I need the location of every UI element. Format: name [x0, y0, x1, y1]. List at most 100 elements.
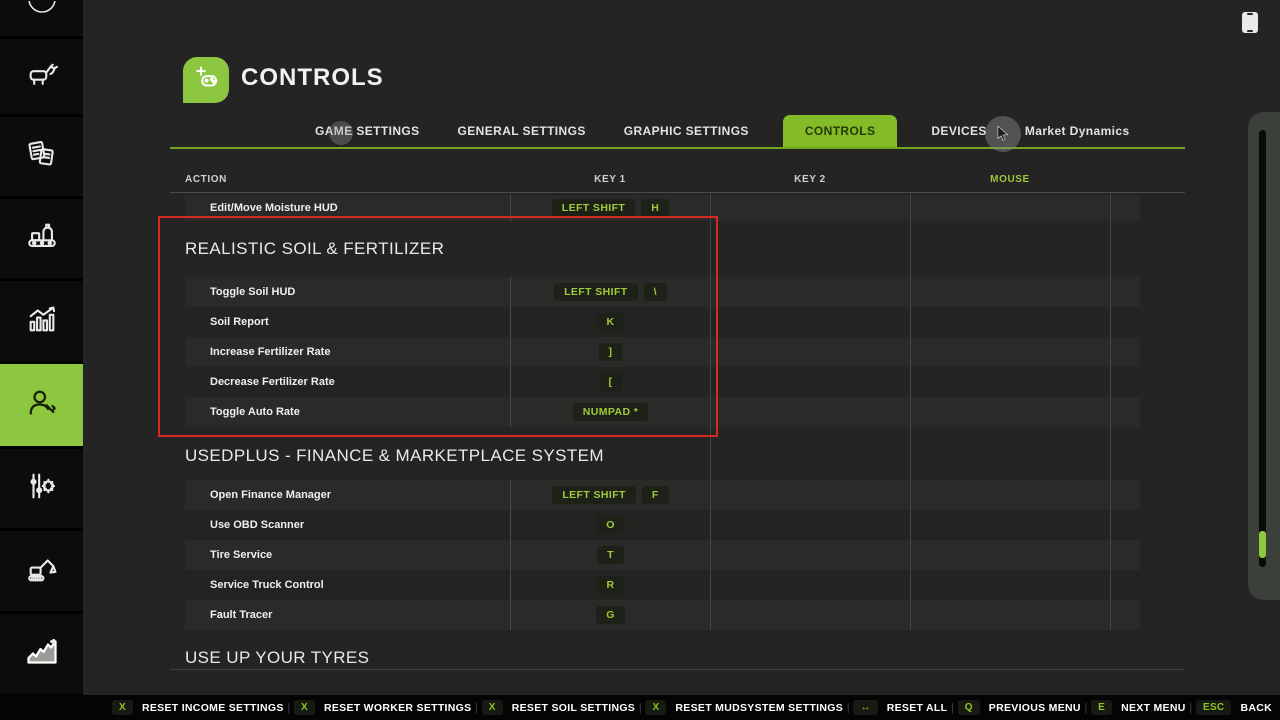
tab-graphic-settings[interactable]: GRAPHIC SETTINGS [620, 115, 753, 147]
separator: | [951, 702, 954, 714]
phone-icon [1242, 12, 1258, 33]
key1-cell[interactable]: T [510, 540, 710, 570]
hotkey-label: RESET WORKER SETTINGS [324, 702, 471, 714]
binding-row[interactable]: Service Truck ControlR [185, 570, 1140, 600]
tab-general-settings[interactable]: GENERAL SETTINGS [454, 115, 590, 147]
separator: | [639, 702, 642, 714]
cursor-arrow-icon [996, 126, 1010, 142]
hotkey-badge: Q [958, 700, 980, 715]
column-header-action: ACTION [185, 174, 227, 185]
sidebar-item-excavator[interactable] [0, 531, 83, 611]
cow-icon [25, 57, 59, 96]
scrollbar [1248, 112, 1280, 600]
section-title: USE UP YOUR TYRES [185, 645, 1140, 671]
app-logo [183, 57, 229, 103]
action-label: Open Finance Manager [185, 489, 510, 501]
hotkey-badge: ↔ [853, 700, 877, 715]
tab-market-dynamics[interactable]: Market Dynamics [1021, 115, 1134, 147]
hotkey-badge: E [1091, 700, 1112, 715]
hotkey-back[interactable]: ESC BACK [1196, 700, 1272, 715]
hotkey-badge: X [645, 700, 666, 715]
sidebar-item-animals[interactable] [0, 39, 83, 114]
hotkey-label: BACK [1240, 702, 1272, 714]
column-header-key1: KEY 1 [510, 174, 710, 185]
action-label: Use OBD Scanner [185, 519, 510, 531]
hotkey-label: RESET ALL [887, 702, 948, 714]
hotkey-label: RESET SOIL SETTINGS [512, 702, 635, 714]
action-label: Edit/Move Moisture HUD [185, 202, 510, 214]
page-title: CONTROLS [241, 64, 384, 92]
separator: | [847, 702, 850, 714]
key-badge[interactable]: F [642, 486, 669, 504]
key-badge[interactable]: LEFT SHIFT [552, 486, 636, 504]
main-panel: CONTROLS GAME SETTINGS GENERAL SETTINGS GR… [83, 0, 1280, 695]
key-badge[interactable]: O [596, 516, 625, 534]
column-header-mouse: MOUSE [910, 174, 1110, 185]
key-badge[interactable]: T [597, 546, 624, 564]
separator: | [1189, 702, 1192, 714]
hotkey-label: PREVIOUS MENU [989, 702, 1081, 714]
section-title: USEDPLUS - FINANCE & MARKETPLACE SYSTEM [185, 443, 1140, 469]
key1-cell[interactable]: O [510, 510, 710, 540]
hotkey-badge: ESC [1196, 700, 1231, 715]
statistics-icon [25, 302, 59, 341]
separator: | [1085, 702, 1088, 714]
hotkey-label: RESET MUDSYSTEM SETTINGS [675, 702, 843, 714]
gamepad-icon [191, 63, 221, 98]
sidebar-item-terrain[interactable] [0, 614, 83, 694]
worker-icon [24, 385, 60, 426]
hotkey-reset-worker-settings[interactable]: X RESET WORKER SETTINGS [294, 700, 471, 715]
sidebar-item-statistics[interactable] [0, 281, 83, 361]
scrollbar-track[interactable] [1259, 130, 1266, 567]
terrain-icon [24, 634, 60, 675]
hotkey-badge: X [112, 700, 133, 715]
key-badge[interactable]: G [596, 606, 625, 624]
sidebar-item-game-settings[interactable] [0, 449, 83, 528]
contracts-icon [25, 137, 59, 176]
highlight-rectangle [158, 216, 718, 437]
clock-icon [25, 1, 59, 36]
hotkey-reset-all[interactable]: ↔ RESET ALL [853, 700, 947, 715]
hotkey-reset-income-settings[interactable]: X RESET INCOME SETTINGS [112, 700, 284, 715]
binding-row[interactable]: Fault Tracer G [185, 600, 1140, 630]
tab-controls[interactable]: CONTROLS [783, 115, 898, 147]
key1-cell[interactable]: R [510, 570, 710, 600]
mouse-cursor [985, 116, 1021, 152]
hotkey-next-menu[interactable]: E NEXT MENU [1091, 700, 1186, 715]
scrollbar-thumb[interactable] [1259, 531, 1266, 558]
key-badge[interactable]: LEFT SHIFT [552, 199, 636, 217]
action-label: Fault Tracer [185, 609, 510, 621]
separator: | [475, 702, 478, 714]
key1-cell[interactable]: G [510, 600, 710, 630]
hotkey-previous-menu[interactable]: Q PREVIOUS MENU [958, 700, 1081, 715]
sidebar [0, 0, 83, 695]
key-badge[interactable]: H [641, 199, 669, 217]
sidebar-item-worker-active[interactable] [0, 364, 83, 446]
key1-cell[interactable]: LEFT SHIFT F [510, 480, 710, 510]
tab-game-settings[interactable]: GAME SETTINGS [311, 115, 424, 147]
production-icon [25, 219, 59, 258]
excavator-icon [25, 552, 59, 591]
hotkey-badge: X [294, 700, 315, 715]
binding-row[interactable]: Open Finance Manager LEFT SHIFT F [185, 480, 1140, 510]
sidebar-item-production[interactable] [0, 199, 83, 278]
hotkey-reset-mudsystem-settings[interactable]: X RESET MUDSYSTEM SETTINGS [645, 700, 843, 715]
hotkey-reset-soil-settings[interactable]: X RESET SOIL SETTINGS [482, 700, 635, 715]
grid-line-mouse [910, 193, 911, 630]
hotkey-label: RESET INCOME SETTINGS [142, 702, 284, 714]
hotkey-badge: X [482, 700, 503, 715]
sidebar-item-contracts[interactable] [0, 117, 83, 196]
binding-row[interactable]: Use OBD Scanner O [185, 510, 1140, 540]
sidebar-item-clock[interactable] [0, 0, 83, 36]
game-settings-screen: CONTROLS GAME SETTINGSGENERAL SETTINGSGR… [0, 0, 1280, 720]
tab-devices[interactable]: DEVICES [927, 115, 990, 147]
binding-row[interactable]: Tire Service T [185, 540, 1140, 570]
hover-dot [329, 121, 353, 145]
hotkey-label: NEXT MENU [1121, 702, 1186, 714]
column-header-key2: KEY 2 [710, 174, 910, 185]
separator: | [287, 702, 290, 714]
header-divider [170, 192, 1185, 193]
action-label: Tire Service [185, 549, 510, 561]
key-badge[interactable]: R [597, 576, 625, 594]
tab-underline [170, 147, 1185, 149]
